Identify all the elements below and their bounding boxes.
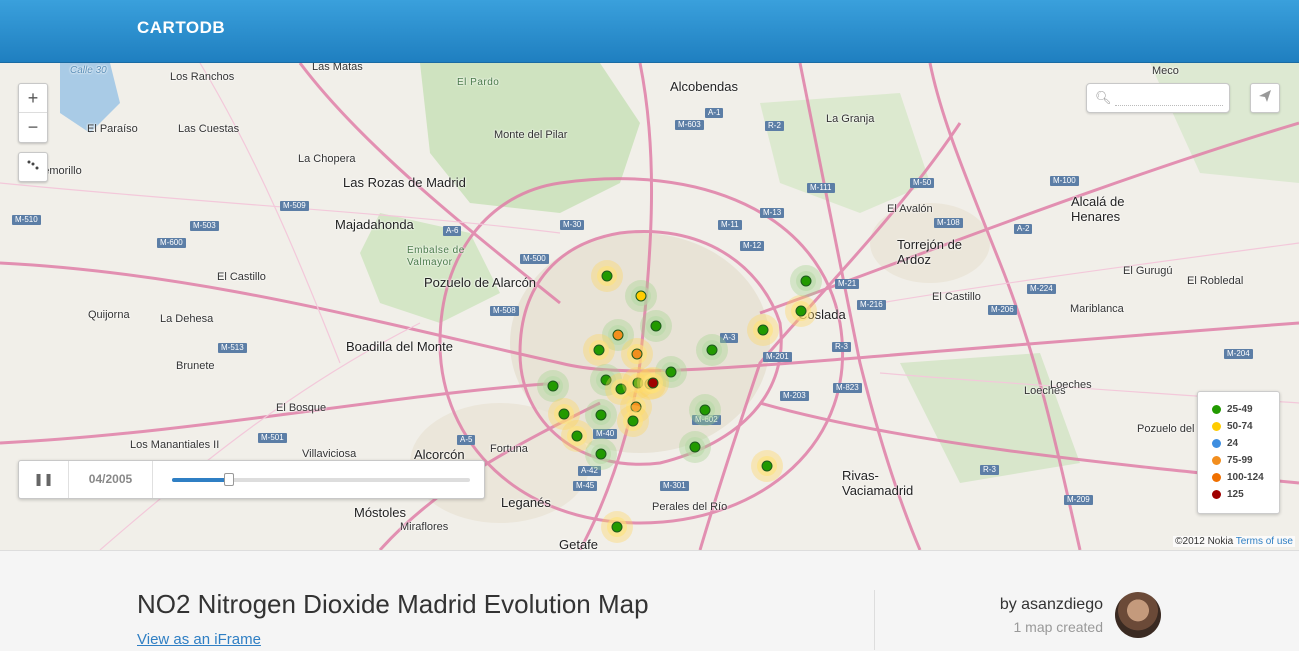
legend-swatch: [1212, 422, 1221, 431]
station-marker[interactable]: [800, 275, 812, 287]
station-marker[interactable]: [689, 441, 701, 453]
share-icon: [1259, 90, 1271, 102]
legend-label: 24: [1227, 438, 1239, 449]
station-marker[interactable]: [601, 270, 613, 282]
attribution-text: ©2012 Nokia: [1175, 536, 1234, 547]
station-marker[interactable]: [627, 415, 639, 427]
station-marker[interactable]: [612, 329, 624, 341]
legend-swatch: [1212, 456, 1221, 465]
legend-label: 50-74: [1227, 421, 1253, 432]
search-box: 🔍︎: [1086, 83, 1230, 113]
zoom-in-button[interactable]: +: [19, 84, 47, 113]
search-input[interactable]: [1115, 90, 1223, 106]
search-icon: 🔍︎: [1095, 90, 1112, 105]
fullscreen-button[interactable]: [18, 152, 48, 182]
station-marker[interactable]: [595, 409, 607, 421]
legend-swatch: [1212, 490, 1221, 499]
legend-swatch: [1212, 473, 1221, 482]
top-bar: CARTODB: [0, 0, 1299, 63]
station-marker[interactable]: [795, 305, 807, 317]
station-marker[interactable]: [699, 404, 711, 416]
legend-item: 50-74: [1212, 418, 1279, 435]
station-marker[interactable]: [595, 448, 607, 460]
pause-button[interactable]: ❚❚: [19, 461, 69, 498]
map-attribution: ©2012 Nokia Terms of use: [1173, 536, 1295, 547]
station-marker[interactable]: [611, 521, 623, 533]
zoom-control: + −: [18, 83, 48, 143]
station-marker[interactable]: [650, 320, 662, 332]
pause-icon: ❚❚: [33, 472, 54, 486]
terms-of-use-link[interactable]: Terms of use: [1236, 536, 1293, 547]
station-marker[interactable]: [757, 324, 769, 336]
station-marker[interactable]: [558, 408, 570, 420]
station-marker[interactable]: [571, 430, 583, 442]
station-marker[interactable]: [593, 344, 605, 356]
legend-swatch: [1212, 439, 1221, 448]
legend-label: 75-99: [1227, 455, 1253, 466]
station-marker[interactable]: [631, 348, 643, 360]
current-date: 04/2005: [69, 461, 153, 498]
station-marker[interactable]: [761, 460, 773, 472]
divider: [874, 590, 875, 650]
legend-label: 100-124: [1227, 472, 1264, 483]
share-button[interactable]: [1250, 83, 1280, 113]
station-marker[interactable]: [706, 344, 718, 356]
time-slider-handle[interactable]: [223, 473, 234, 486]
legend-swatch: [1212, 405, 1221, 414]
zoom-out-button[interactable]: −: [19, 113, 47, 142]
station-marker[interactable]: [647, 377, 659, 389]
cartodb-logo[interactable]: CARTODB: [137, 18, 225, 38]
time-slider-control: ❚❚ 04/2005: [18, 460, 485, 499]
legend-item: 100-124: [1212, 469, 1279, 486]
author-name[interactable]: by asanzdiego: [1000, 596, 1103, 614]
view-as-iframe-link[interactable]: View as an iFrame: [137, 631, 261, 648]
avatar[interactable]: [1115, 592, 1161, 638]
legend-label: 125: [1227, 489, 1244, 500]
legend-item: 25-49: [1212, 401, 1279, 418]
station-marker[interactable]: [547, 380, 559, 392]
maps-count: 1 map created: [1013, 619, 1104, 635]
station-marker[interactable]: [665, 366, 677, 378]
map-title: NO2 Nitrogen Dioxide Madrid Evolution Ma…: [137, 589, 649, 619]
legend: 25-49 50-74 24 75-99 100-124 125: [1197, 391, 1280, 514]
fullscreen-icon: [27, 160, 39, 170]
station-marker[interactable]: [635, 290, 647, 302]
legend-item: 125: [1212, 486, 1279, 503]
legend-label: 25-49: [1227, 404, 1253, 415]
map-info-footer: NO2 Nitrogen Dioxide Madrid Evolution Ma…: [0, 550, 1299, 651]
time-slider-track[interactable]: [172, 473, 470, 486]
legend-item: 75-99: [1212, 452, 1279, 469]
legend-item: 24: [1212, 435, 1279, 452]
time-slider-progress: [172, 478, 229, 482]
